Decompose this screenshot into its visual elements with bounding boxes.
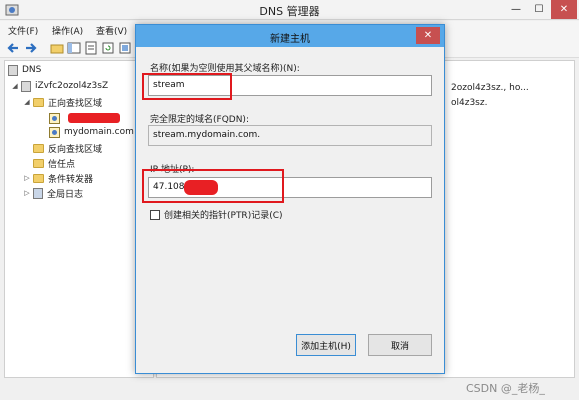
refresh-icon[interactable] xyxy=(101,41,115,55)
back-arrow-icon[interactable] xyxy=(6,41,20,55)
tree-item-label: 反向查找区域 xyxy=(48,144,103,155)
collapse-arrow-icon[interactable]: ◢ xyxy=(11,82,19,90)
tree-item-label: 全局日志 xyxy=(47,189,84,200)
checkbox-square[interactable] xyxy=(150,209,160,220)
dns-node-icon xyxy=(8,64,18,76)
fqdn-readonly-field: stream.mydomain.com. xyxy=(148,125,432,146)
forward-arrow-icon[interactable] xyxy=(24,41,38,55)
tree-item-zone-redacted[interactable] xyxy=(49,111,64,125)
properties-icon[interactable] xyxy=(84,41,98,55)
dns-zone-icon xyxy=(49,126,60,138)
dialog-title: 新建主机 xyxy=(270,34,310,45)
maximize-button[interactable]: ☐ xyxy=(528,0,550,19)
fqdn-field-label: 完全限定的域名(FQDN): xyxy=(150,115,249,125)
list-item[interactable]: ol4z3sz. xyxy=(451,98,487,108)
menu-view[interactable]: 查看(V) xyxy=(96,24,127,37)
tree-item-trust-points[interactable]: 信任点 xyxy=(33,156,75,170)
dialog-close-button[interactable]: ✕ xyxy=(416,27,440,44)
tree-item-dns[interactable]: DNS xyxy=(8,63,41,77)
tree-item-label: 条件转发器 xyxy=(48,174,94,185)
tree-item-reverse-zones[interactable]: 反向查找区域 xyxy=(33,141,102,155)
tree-item-label: iZvfc2ozol4z3sZ xyxy=(35,81,109,91)
log-icon xyxy=(33,187,43,199)
tree-item-mydomain[interactable]: mydomain.com xyxy=(49,125,134,139)
tree-item-label: DNS xyxy=(22,65,42,75)
folder-icon xyxy=(33,143,44,153)
folder-icon xyxy=(33,173,44,183)
redaction-mark xyxy=(68,113,120,123)
tree-item-label: 正向查找区域 xyxy=(48,98,103,109)
server-icon xyxy=(21,80,31,92)
tree-item-label: mydomain.com xyxy=(64,127,134,137)
folder-icon xyxy=(33,158,44,168)
show-hide-tree-icon[interactable] xyxy=(67,41,81,55)
watermark: CSDN @_老杨_ xyxy=(466,382,545,395)
new-host-dialog: 新建主机 ✕ 名称(如果为空则使用其父域名称)(N): stream 完全限定的… xyxy=(135,24,445,374)
console-tree: DNS ◢ iZvfc2ozol4z3sZ ◢ 正向查找区域 mydomain.… xyxy=(4,60,154,378)
list-item[interactable]: 2ozol4z3sz., ho... xyxy=(451,83,529,93)
window-title: DNS 管理器 xyxy=(259,5,320,18)
menu-action[interactable]: 操作(A) xyxy=(52,24,83,37)
dns-zone-icon xyxy=(49,112,60,124)
tree-item-server[interactable]: ◢ iZvfc2ozol4z3sZ xyxy=(11,79,108,93)
collapse-arrow-icon[interactable]: ◢ xyxy=(23,98,31,106)
tree-item-conditional-forwarders[interactable]: ▷ 条件转发器 xyxy=(23,171,93,185)
export-list-icon[interactable] xyxy=(118,41,132,55)
window-titlebar: DNS 管理器 — ☐ ✕ xyxy=(0,0,579,20)
expand-arrow-icon[interactable]: ▷ xyxy=(23,189,31,197)
create-ptr-checkbox[interactable]: 创建相关的指针(PTR)记录(C) xyxy=(150,208,283,221)
folder-icon xyxy=(33,97,44,107)
tree-item-forward-zones[interactable]: ◢ 正向查找区域 xyxy=(23,95,102,109)
tree-item-label: 信任点 xyxy=(48,159,76,170)
cancel-button[interactable]: 取消 xyxy=(368,334,432,356)
tree-item-global-logs[interactable]: ▷ 全局日志 xyxy=(23,186,83,200)
dialog-titlebar: 新建主机 ✕ xyxy=(136,25,444,47)
expand-arrow-icon[interactable]: ▷ xyxy=(23,174,31,182)
highlight-name-box xyxy=(142,73,232,100)
minimize-button[interactable]: — xyxy=(505,0,527,19)
ptr-checkbox-label: 创建相关的指针(PTR)记录(C) xyxy=(164,211,283,221)
menu-file[interactable]: 文件(F) xyxy=(8,24,38,37)
add-host-button[interactable]: 添加主机(H) xyxy=(296,334,356,356)
up-folder-icon[interactable] xyxy=(50,41,64,55)
highlight-ip-box xyxy=(142,169,284,203)
close-window-button[interactable]: ✕ xyxy=(551,0,577,19)
